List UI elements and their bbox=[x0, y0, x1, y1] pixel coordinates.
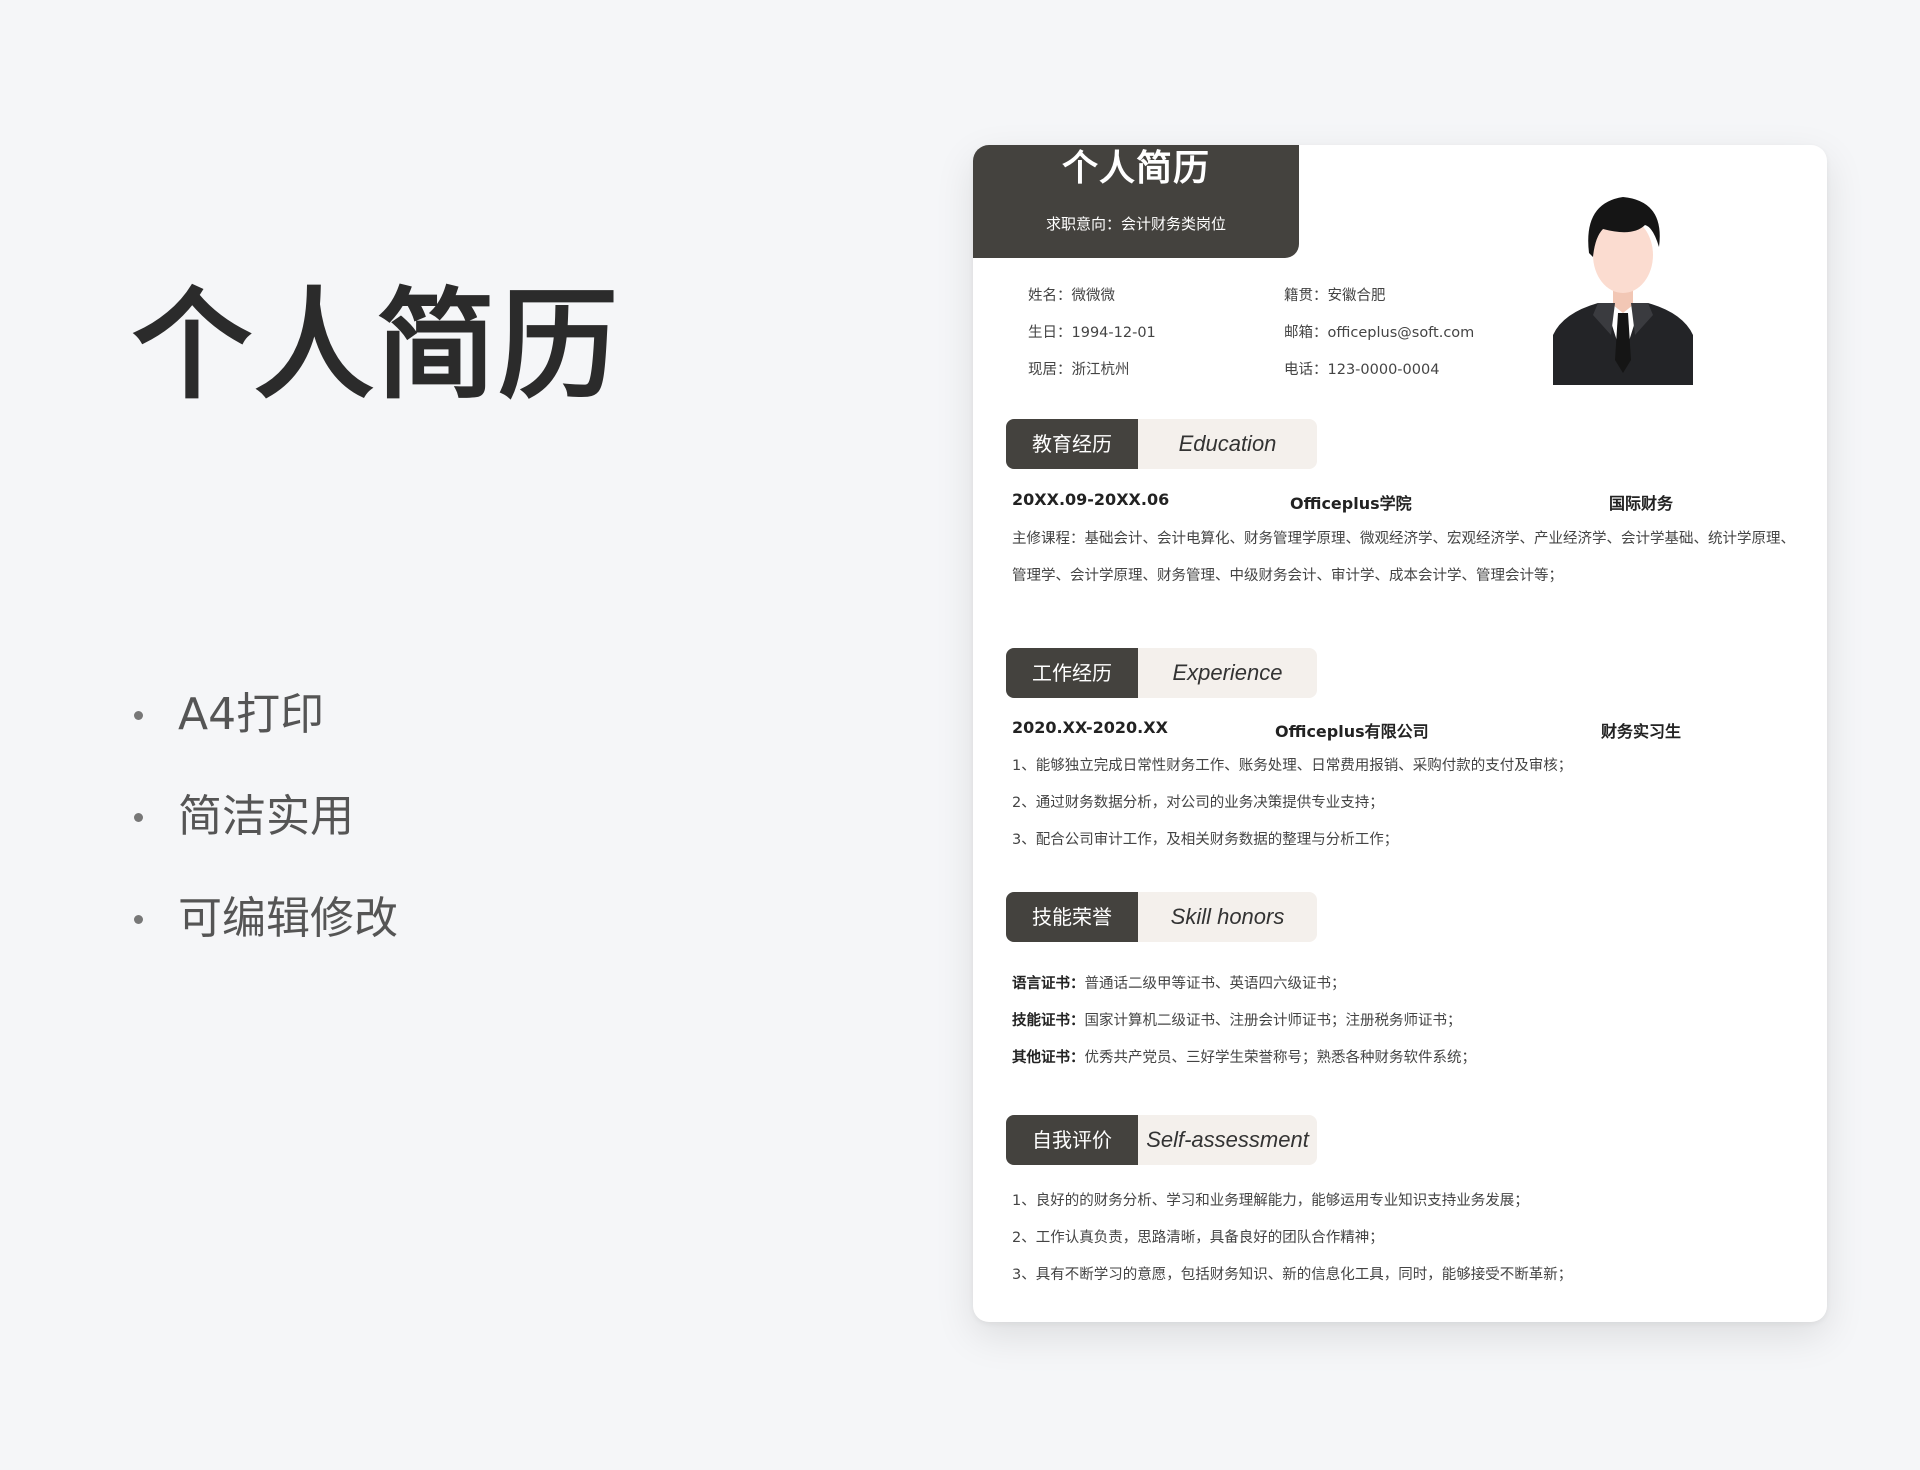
education-school: Officeplus学院 bbox=[1290, 494, 1412, 513]
education-date: 20XX.09-20XX.06 bbox=[1012, 490, 1170, 509]
feature-item: 可编辑修改 bbox=[130, 884, 398, 986]
experience-item: 1、能够独立完成日常性财务工作、账务处理、日常费用报销、采购付款的支付及审核； bbox=[1012, 758, 1573, 774]
bullet-icon bbox=[134, 711, 143, 720]
experience-company: Officeplus有限公司 bbox=[1275, 722, 1429, 741]
self-item: 3、具有不断学习的意愿，包括财务知识、新的信息化工具，同时，能够接受不断革新； bbox=[1012, 1267, 1573, 1283]
info-residence: 现居：浙江杭州 bbox=[1028, 362, 1130, 378]
resume-header: 个人简历 求职意向：会计财务类岗位 bbox=[973, 145, 1299, 258]
skill-item: 技能证书：国家计算机二级证书、注册会计师证书；注册税务师证书； bbox=[1012, 1013, 1462, 1029]
self-item: 2、工作认真负责，思路清晰，具备良好的团队合作精神； bbox=[1012, 1230, 1384, 1246]
info-email: 邮箱：officeplus@soft.com bbox=[1284, 325, 1475, 341]
feature-list: A4打印 简洁实用 可编辑修改 bbox=[130, 680, 398, 986]
info-origin: 籍贯：安徽合肥 bbox=[1284, 288, 1386, 304]
info-name: 姓名：微微微 bbox=[1028, 288, 1115, 304]
education-major: 国际财务 bbox=[1609, 494, 1674, 513]
job-objective: 求职意向：会计财务类岗位 bbox=[1045, 215, 1226, 233]
experience-item: 3、配合公司审计工作，及相关财务数据的整理与分析工作； bbox=[1012, 832, 1399, 848]
info-phone: 电话：123-0000-0004 bbox=[1284, 362, 1440, 378]
self-item: 1、良好的的财务分析、学习和业务理解能力，能够运用专业知识支持业务发展； bbox=[1012, 1193, 1529, 1209]
page-title: 个人简历 bbox=[132, 277, 620, 416]
info-birth: 生日：1994-12-01 bbox=[1028, 325, 1156, 341]
education-courses: 主修课程：基础会计、会计电算化、财务管理学原理、微观经济学、宏观经济学、产业经济… bbox=[1012, 531, 1795, 584]
experience-role: 财务实习生 bbox=[1601, 722, 1682, 741]
resume-title: 个人简历 bbox=[1061, 148, 1210, 189]
skill-item: 其他证书：优秀共产党员、三好学生荣誉称号；熟悉各种财务软件系统； bbox=[1012, 1050, 1476, 1066]
experience-item: 2、通过财务数据分析，对公司的业务决策提供专业支持； bbox=[1012, 795, 1384, 811]
skill-item: 语言证书：普通话二级甲等证书、英语四六级证书； bbox=[1012, 976, 1346, 992]
bullet-icon bbox=[134, 915, 143, 924]
feature-item: 简洁实用 bbox=[130, 782, 398, 884]
experience-date: 2020.XX-2020.XX bbox=[1012, 718, 1168, 737]
bullet-icon bbox=[134, 813, 143, 822]
feature-item: A4打印 bbox=[130, 680, 398, 782]
resume-preview-card[interactable]: 个人简历 求职意向：会计财务类岗位 姓名：微微微 生日：1994-12-01 现… bbox=[973, 145, 1827, 1322]
businessman-avatar-icon bbox=[1553, 185, 1693, 385]
